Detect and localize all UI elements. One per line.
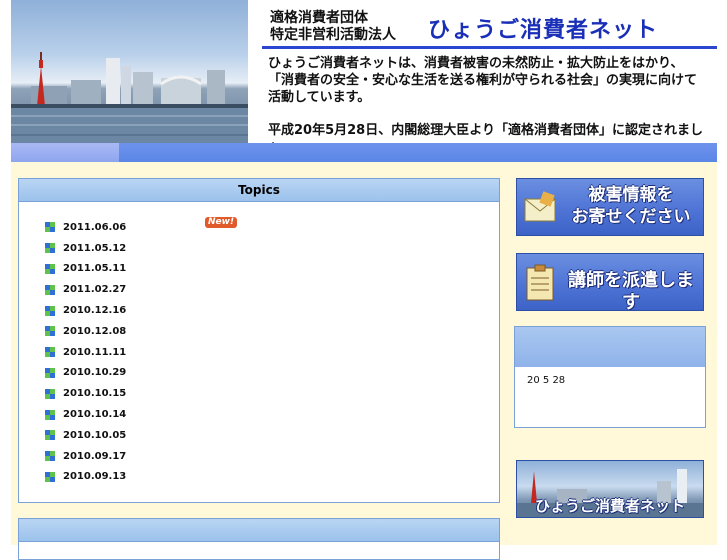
- topic-date[interactable]: 2010.10.15: [63, 388, 126, 399]
- banner-line1: 被害情報を: [588, 185, 674, 205]
- topics-title: Topics: [19, 179, 499, 202]
- list-item[interactable]: 2011.05.12: [45, 238, 126, 259]
- damage-report-banner[interactable]: 被害情報を お寄せください: [516, 178, 704, 236]
- topic-date[interactable]: 2011.06.06: [63, 222, 126, 233]
- list-item[interactable]: 2011.02.27: [45, 279, 126, 300]
- topic-date[interactable]: 2011.05.12: [63, 243, 126, 254]
- list-item[interactable]: 2010.09.17: [45, 446, 126, 467]
- org-type-label: 適格消費者団体 特定非営利活動法人: [270, 10, 430, 44]
- bullet-icon: [45, 367, 55, 378]
- mission-line1: ひょうご消費者ネットは、消費者被害の未然防止・拡大防止をはかり、: [268, 56, 684, 71]
- site-banner-text: ひょうご消費者ネット: [534, 497, 685, 515]
- site-banner[interactable]: ひょうご消費者ネット: [516, 460, 704, 518]
- bullet-icon: [45, 388, 55, 399]
- site-header: 適格消費者団体 特定非営利活動法人 ひょうご消費者ネット ひょうご消費者ネットは…: [0, 0, 727, 157]
- list-item[interactable]: 2010.09.13: [45, 467, 126, 488]
- envelope-icon: [524, 191, 556, 222]
- info-box: 20 5 28: [514, 326, 706, 428]
- bullet-icon: [45, 243, 55, 254]
- nav-home-tab[interactable]: [11, 143, 119, 162]
- topic-date[interactable]: 2011.05.11: [63, 263, 126, 274]
- list-item[interactable]: 2010.10.05: [45, 425, 126, 446]
- mission-line2: 「消費者の安全・安心な生活を送る権利が守られる社会」の実現に向けて: [268, 73, 698, 88]
- banner-line2: お寄せください: [571, 207, 691, 227]
- header-divider: [262, 46, 717, 49]
- banner-text: 被害情報を お寄せください: [561, 184, 701, 228]
- list-item[interactable]: 2010.10.14: [45, 404, 126, 425]
- org-type-line1: 適格消費者団体: [270, 10, 368, 26]
- info-box-text: 20 5 28: [527, 375, 566, 386]
- list-item[interactable]: 2010.12.16: [45, 300, 126, 321]
- mission-statement: ひょうご消費者ネットは、消費者被害の未然防止・拡大防止をはかり、 「消費者の安全…: [268, 55, 718, 106]
- bullet-icon: [45, 409, 55, 420]
- list-item[interactable]: 2010.10.15: [45, 383, 126, 404]
- topic-date[interactable]: 2010.09.13: [63, 471, 126, 482]
- bullet-icon: [45, 284, 55, 295]
- bullet-icon: [45, 305, 55, 316]
- secondary-panel: [18, 518, 500, 560]
- topic-date[interactable]: 2010.12.08: [63, 326, 126, 337]
- topic-date[interactable]: 2010.10.29: [63, 367, 126, 378]
- list-item[interactable]: 2010.12.08: [45, 321, 126, 342]
- org-type-line2: 特定非営利活動法人: [270, 27, 396, 43]
- site-title[interactable]: ひょうご消費者ネット: [428, 12, 658, 44]
- list-item[interactable]: 2011.06.06 New!: [45, 217, 238, 238]
- bullet-icon: [45, 451, 55, 462]
- list-item[interactable]: 2011.05.11: [45, 259, 126, 280]
- bullet-icon: [45, 263, 55, 274]
- secondary-panel-header: [19, 519, 499, 542]
- topic-date[interactable]: 2011.02.27: [63, 284, 126, 295]
- bullet-icon: [45, 326, 55, 337]
- topics-list: 2011.06.06 New! 2011.05.12 2011.05.11 20…: [45, 217, 238, 488]
- info-box-header: [515, 327, 705, 367]
- kobe-port-photo: [11, 0, 248, 143]
- topic-date[interactable]: 2010.12.16: [63, 305, 126, 316]
- list-item[interactable]: 2010.11.11: [45, 342, 126, 363]
- list-item[interactable]: 2010.10.29: [45, 363, 126, 384]
- topic-date[interactable]: 2010.10.14: [63, 409, 126, 420]
- lecturer-dispatch-banner[interactable]: 講師を派遣します: [516, 253, 704, 311]
- clipboard-icon: [526, 264, 554, 301]
- banner-text: 講師を派遣します: [568, 270, 694, 311]
- bullet-icon: [45, 430, 55, 441]
- bullet-icon: [45, 347, 55, 358]
- bullet-icon: [45, 471, 55, 482]
- topics-panel: Topics 2011.06.06 New! 2011.05.12 2011.0…: [18, 178, 500, 503]
- mission-line3: 活動しています。: [268, 90, 371, 105]
- topic-date[interactable]: 2010.11.11: [63, 347, 126, 358]
- new-badge-icon: New!: [205, 217, 238, 228]
- topic-date[interactable]: 2010.10.05: [63, 430, 126, 441]
- bullet-icon: [45, 222, 55, 233]
- topic-date[interactable]: 2010.09.17: [63, 451, 126, 462]
